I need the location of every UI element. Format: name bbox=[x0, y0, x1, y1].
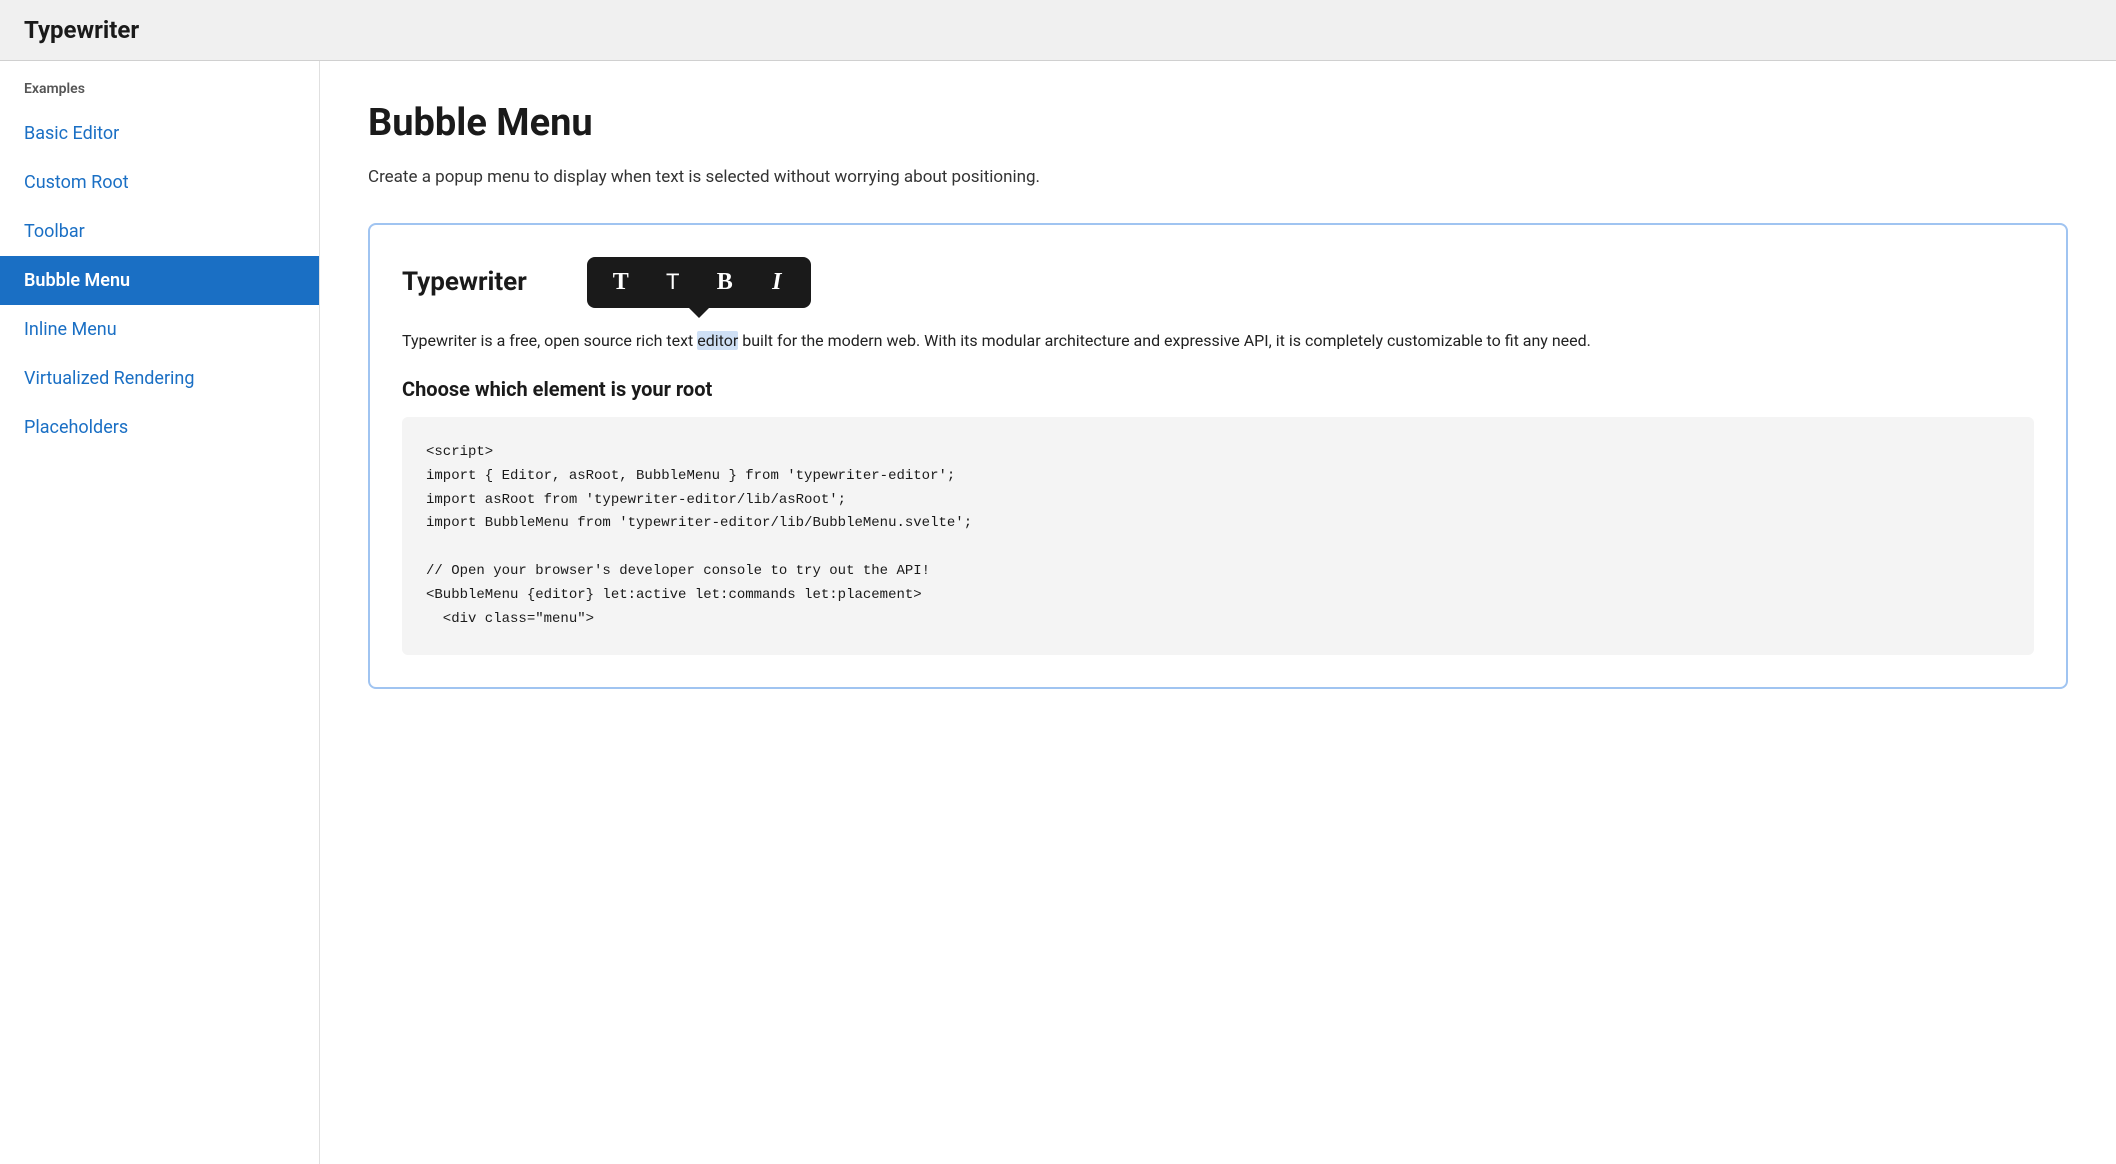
sidebar-item-custom-root[interactable]: Custom Root bbox=[0, 158, 319, 207]
sidebar: Examples Basic Editor Custom Root Toolba… bbox=[0, 61, 320, 1164]
bubble-btn-sans-t[interactable]: T bbox=[655, 265, 691, 299]
sidebar-section-label: Examples bbox=[0, 81, 319, 109]
editor-body-text: Typewriter is a free, open source rich t… bbox=[402, 328, 2034, 354]
sidebar-item-bubble-menu[interactable]: Bubble Menu bbox=[0, 256, 319, 305]
editor-demo-box: Typewriter T T B I Typewriter is a free,… bbox=[368, 223, 2068, 690]
bubble-btn-italic[interactable]: I bbox=[759, 265, 795, 300]
code-line bbox=[426, 536, 2010, 560]
bubble-btn-bold[interactable]: B bbox=[707, 265, 743, 300]
bubble-menu: T T B I bbox=[587, 257, 811, 308]
main-content: Bubble Menu Create a popup menu to displ… bbox=[320, 61, 2116, 1164]
code-line: <div class="menu"> bbox=[426, 608, 2010, 632]
sidebar-item-virtualized-rendering[interactable]: Virtualized Rendering bbox=[0, 354, 319, 403]
code-line: import { Editor, asRoot, BubbleMenu } fr… bbox=[426, 465, 2010, 489]
sidebar-item-placeholders[interactable]: Placeholders bbox=[0, 403, 319, 452]
body-text-before: Typewriter is a free, open source rich t… bbox=[402, 331, 697, 350]
sidebar-item-basic-editor[interactable]: Basic Editor bbox=[0, 109, 319, 158]
sidebar-item-inline-menu[interactable]: Inline Menu bbox=[0, 305, 319, 354]
code-line: import asRoot from 'typewriter-editor/li… bbox=[426, 489, 2010, 513]
body-text-highlight: editor bbox=[697, 331, 738, 350]
app-header: Typewriter bbox=[0, 0, 2116, 61]
code-line: import BubbleMenu from 'typewriter-edito… bbox=[426, 512, 2010, 536]
body-text-after: built for the modern web. With its modul… bbox=[738, 331, 1591, 350]
code-block: <script>import { Editor, asRoot, BubbleM… bbox=[402, 417, 2034, 655]
code-line: // Open your browser's developer console… bbox=[426, 560, 2010, 584]
editor-header-row: Typewriter T T B I bbox=[402, 257, 2034, 308]
app-title: Typewriter bbox=[24, 16, 139, 44]
code-line: <BubbleMenu {editor} let:active let:comm… bbox=[426, 584, 2010, 608]
editor-section-title: Choose which element is your root bbox=[402, 377, 2034, 401]
main-layout: Examples Basic Editor Custom Root Toolba… bbox=[0, 61, 2116, 1164]
editor-content-title: Typewriter bbox=[402, 267, 527, 297]
page-description: Create a popup menu to display when text… bbox=[368, 165, 2068, 191]
sidebar-item-toolbar[interactable]: Toolbar bbox=[0, 207, 319, 256]
bubble-btn-serif-t[interactable]: T bbox=[603, 265, 639, 300]
code-line: <script> bbox=[426, 441, 2010, 465]
page-title: Bubble Menu bbox=[368, 101, 2068, 145]
